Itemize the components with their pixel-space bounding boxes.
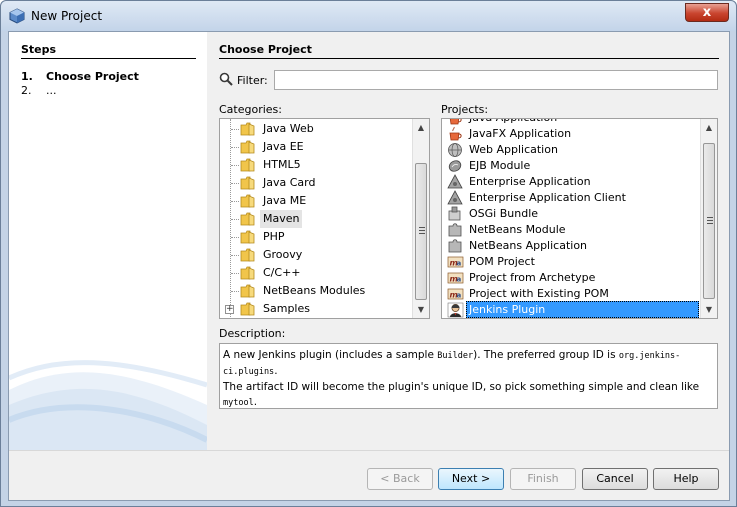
- triangle-icon: [447, 190, 463, 205]
- jenkins-icon: [447, 302, 464, 318]
- title-divider: [219, 58, 719, 59]
- categories-list[interactable]: Java Web Java EE HTML5 Java Card Java ME: [219, 118, 430, 319]
- puzzle-icon: [448, 223, 462, 237]
- scroll-thumb[interactable]: [703, 143, 715, 299]
- search-icon: [219, 72, 233, 86]
- close-button[interactable]: x: [685, 3, 729, 22]
- cup-icon: [449, 126, 462, 141]
- project-jenkins-plugin[interactable]: Jenkins Plugin: [442, 301, 702, 318]
- page-title: Choose Project: [219, 43, 312, 56]
- categories-scrollbar[interactable]: ▲ ▼: [412, 119, 429, 318]
- next-button[interactable]: Next >: [438, 468, 504, 490]
- svg-text:a: a: [457, 292, 462, 300]
- scroll-down-arrow-icon[interactable]: ▼: [701, 301, 717, 318]
- scroll-up-arrow-icon[interactable]: ▲: [701, 119, 717, 136]
- scroll-thumb[interactable]: [415, 163, 427, 300]
- steps-panel: Steps 1. Choose Project 2....: [9, 32, 207, 450]
- step-item-2: 2....: [21, 84, 57, 97]
- steps-heading: Steps: [21, 43, 57, 56]
- description-box: A new Jenkins plugin (includes a sample …: [219, 343, 718, 409]
- scroll-down-arrow-icon[interactable]: ▼: [413, 301, 429, 318]
- steps-divider: [21, 58, 196, 59]
- step-item-1: 1. Choose Project: [21, 70, 139, 83]
- projects-label: Projects:: [441, 103, 489, 116]
- help-button[interactable]: Help: [653, 468, 719, 490]
- dialog-window: New Project x Steps 1. Choose Project 2..…: [0, 0, 737, 507]
- puzzle-icon: [448, 239, 462, 253]
- folder-icon: [240, 194, 255, 208]
- cancel-button[interactable]: Cancel: [582, 468, 648, 490]
- maven-icon: ma: [447, 272, 464, 284]
- folder-icon: [240, 302, 255, 316]
- maven-icon: ma: [447, 256, 464, 268]
- title-bar[interactable]: New Project x: [1, 1, 736, 31]
- folder-icon: [240, 230, 255, 244]
- svg-text:a: a: [457, 260, 462, 268]
- folder-icon: [240, 248, 255, 262]
- finish-button[interactable]: Finish: [510, 468, 576, 490]
- folder-icon: [240, 266, 255, 280]
- filter-label: Filter:: [237, 74, 268, 87]
- projects-scrollbar[interactable]: ▲ ▼: [700, 119, 717, 318]
- folder-icon: [240, 122, 255, 136]
- folder-icon: [240, 140, 255, 154]
- categories-label: Categories:: [219, 103, 282, 116]
- close-icon: x: [702, 5, 712, 20]
- globe-icon: [448, 143, 462, 157]
- netbeans-cube-icon: [9, 8, 25, 24]
- dialog-body: Steps 1. Choose Project 2.... Choose Proj…: [8, 31, 730, 501]
- maven-icon: ma: [447, 288, 464, 300]
- bean-icon: [448, 160, 462, 172]
- scroll-up-arrow-icon[interactable]: ▲: [413, 119, 429, 136]
- svg-text:a: a: [457, 276, 462, 284]
- triangle-icon: [447, 174, 463, 189]
- back-button[interactable]: < Back: [367, 468, 433, 490]
- projects-list[interactable]: Java Application JavaFX Application Web …: [441, 118, 718, 319]
- expand-plus-icon[interactable]: +: [225, 305, 234, 314]
- folder-icon: [240, 212, 255, 226]
- description-label: Description:: [219, 327, 286, 340]
- filter-input[interactable]: [274, 70, 718, 90]
- window-title: New Project: [31, 9, 103, 23]
- folder-icon: [240, 176, 255, 190]
- osgi-icon: [448, 206, 461, 221]
- folder-icon: [240, 158, 255, 172]
- decorative-swoosh-graphic: [9, 360, 207, 450]
- folder-icon: [240, 284, 255, 298]
